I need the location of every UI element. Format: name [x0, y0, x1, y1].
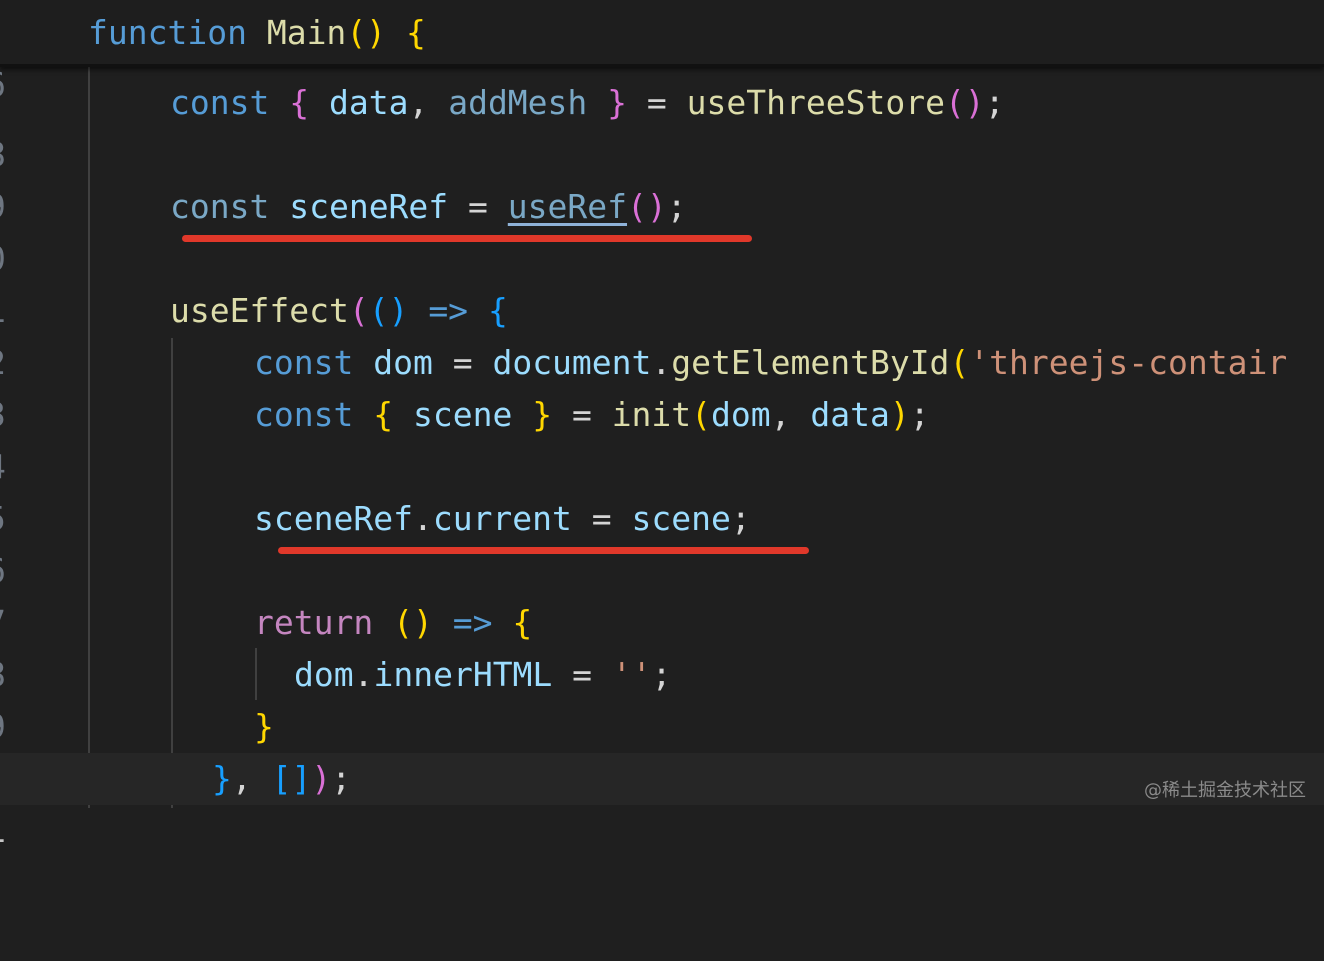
parens: () [944, 83, 985, 122]
punct: , [408, 83, 429, 122]
punct: ; [909, 395, 930, 434]
code-content: return () => { [254, 597, 532, 649]
punct: ; [984, 83, 1005, 122]
variable: data [328, 83, 409, 122]
function-name: Main [266, 13, 347, 52]
sticky-scroll-header[interactable]: 6 function Main() { [0, 0, 1324, 104]
array-literal: [] [271, 759, 312, 798]
code-content: function Main() { [88, 7, 426, 59]
paren: ( [949, 343, 970, 382]
function-call: getElementById [671, 343, 950, 382]
punct: ; [331, 759, 352, 798]
paren: ) [311, 759, 332, 798]
use-ref-link[interactable]: useRef [508, 187, 627, 226]
parens: () [368, 291, 409, 330]
code-line[interactable]: 0 } [0, 701, 1324, 798]
code-line[interactable]: 2 useEffect(() => { [0, 285, 1324, 382]
brace: { [512, 603, 533, 642]
code-line[interactable]: 7 [0, 545, 1324, 642]
brace: } [532, 395, 553, 434]
code-line[interactable]: 3 const dom = document.getElementById('t… [0, 337, 1324, 434]
brace: { [487, 291, 508, 330]
brace: } [254, 707, 274, 746]
code-content: dom.innerHTML = ''; [294, 649, 672, 701]
paren: ) [889, 395, 910, 434]
operator: = [591, 499, 612, 538]
keyword: const [170, 83, 270, 122]
punct: ; [666, 187, 687, 226]
keyword: const [170, 187, 270, 226]
parens: () [346, 13, 387, 52]
property: current [432, 499, 572, 538]
paren: ( [691, 395, 712, 434]
code-content: const dom = document.getElementById('thr… [254, 337, 1287, 389]
code-line[interactable]: 1 [0, 233, 1324, 330]
code-line[interactable]: 8 return () => { [0, 597, 1324, 694]
variable: dom [373, 343, 433, 382]
operator: = [571, 395, 592, 434]
arrow: => [428, 291, 469, 330]
brace: { [405, 13, 426, 52]
variable: scene [412, 395, 513, 434]
punct: , [231, 759, 252, 798]
code-line[interactable]: 5 [0, 441, 1324, 538]
punct: . [651, 343, 672, 382]
code-line[interactable]: 6 function Main() { [0, 7, 1324, 104]
object: sceneRef [254, 499, 413, 538]
parens: () [393, 603, 433, 642]
operator: = [468, 187, 488, 226]
argument: data [810, 395, 890, 434]
operator: = [452, 343, 473, 382]
string-literal: '' [611, 655, 652, 694]
punct: , [770, 395, 791, 434]
code-line[interactable]: 9 [0, 129, 1324, 226]
code-content: }, []); [212, 753, 351, 805]
parens: () [627, 187, 667, 226]
code-content: sceneRef.current = scene; [254, 493, 751, 545]
code-line-current[interactable]: 1 }, []); [0, 753, 1324, 850]
operator: = [572, 655, 593, 694]
code-line[interactable]: 9 dom.innerHTML = ''; [0, 649, 1324, 746]
punct: ; [651, 655, 672, 694]
brace: } [212, 759, 232, 798]
code-content: const sceneRef = useRef(); [170, 181, 687, 233]
property: innerHTML [373, 655, 553, 694]
code-content: const { scene } = init(dom, data); [254, 389, 930, 441]
brace: { [289, 83, 310, 122]
keyword: function [88, 13, 247, 52]
string-literal: 'threejs-contair [969, 343, 1288, 382]
variable: sceneRef [289, 187, 449, 226]
code-content: useEffect(() => { [170, 285, 508, 337]
code-line[interactable]: 8 const { data, addMesh } = useThreeStor… [0, 77, 1324, 174]
punct: . [353, 655, 374, 694]
code-content: } [254, 701, 274, 753]
keyword: const [254, 395, 354, 434]
line-number: 6 [0, 59, 26, 111]
variable: addMesh [448, 83, 588, 122]
paren: ( [348, 291, 369, 330]
code-line[interactable]: 0 const sceneRef = useRef(); [0, 181, 1324, 278]
function-call: useEffect [170, 291, 349, 330]
line-number: 1 [0, 805, 26, 857]
variable: scene [631, 499, 731, 538]
punct: . [412, 499, 433, 538]
punct: ; [730, 499, 751, 538]
keyword: const [254, 343, 354, 382]
brace: } [607, 83, 628, 122]
object: document [492, 343, 652, 382]
code-line[interactable]: 6 sceneRef.current = scene; [0, 493, 1324, 590]
code-editor[interactable]: 8 const { data, addMesh } = useThreeStor… [0, 0, 1324, 850]
brace: { [373, 395, 394, 434]
object: dom [294, 655, 354, 694]
operator: = [646, 83, 667, 122]
function-call: useThreeStore [686, 83, 945, 122]
keyword: return [254, 603, 374, 642]
argument: dom [711, 395, 771, 434]
code-content: const { data, addMesh } = useThreeStore(… [170, 77, 1005, 129]
code-line[interactable]: 4 const { scene } = init(dom, data); [0, 389, 1324, 486]
arrow: => [452, 603, 493, 642]
watermark-text: @稀土掘金技术社区 [1144, 780, 1306, 801]
function-call: init [611, 395, 692, 434]
